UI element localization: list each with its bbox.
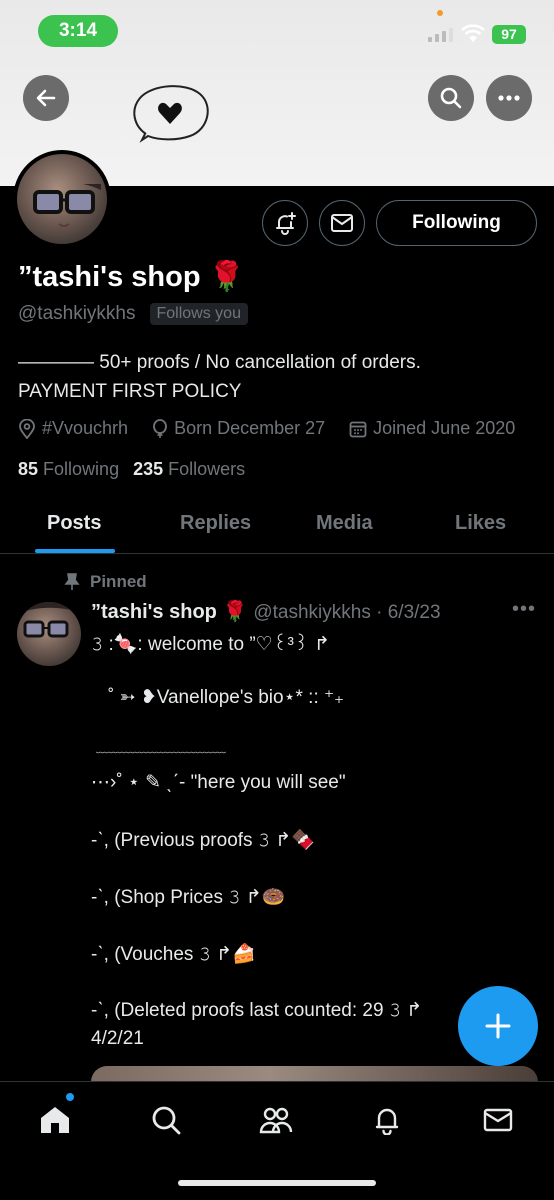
mail-icon xyxy=(331,214,353,232)
post-text-line: ﹏﹏﹏﹏﹏﹏﹏﹏﹏﹏ xyxy=(96,740,227,755)
tab-posts[interactable]: Posts xyxy=(47,512,101,535)
bell-plus-icon xyxy=(276,212,296,235)
communities-icon xyxy=(259,1107,293,1134)
avatar-image xyxy=(17,602,81,638)
nav-communities[interactable] xyxy=(258,1102,294,1138)
bio-line: PAYMENT FIRST POLICY xyxy=(18,381,242,402)
pinned-label-row: Pinned xyxy=(64,572,147,592)
bell-icon xyxy=(375,1108,399,1135)
followers-label: Followers xyxy=(168,459,246,479)
post-text-line: -ˋ, (Vouches 𝟹 ↱🍰 xyxy=(91,944,256,965)
compose-button[interactable] xyxy=(458,986,538,1066)
post-header: ”tashi's shop 🌹 @tashkiykkhs · 6/3/23 xyxy=(91,599,441,624)
post-more-button[interactable]: ••• xyxy=(512,598,536,621)
signal-icon xyxy=(428,28,453,42)
post-text-line: ˚ ➳ ❥Vanellope's bio⋆* :: ⁺₊ xyxy=(108,687,345,708)
plus-icon xyxy=(485,1013,511,1039)
handle-row: @tashkiykkhs Follows you xyxy=(18,303,248,325)
following-count: 85 xyxy=(18,459,39,479)
pin-icon xyxy=(64,573,80,590)
balloon-icon xyxy=(153,418,167,438)
post-text-line: 4/2/21 xyxy=(91,1028,144,1049)
profile-bio: ———— 50+ proofs / No cancellation of ord… xyxy=(18,348,538,406)
more-icon xyxy=(498,95,520,101)
nav-messages[interactable] xyxy=(480,1102,516,1138)
mail-icon xyxy=(483,1108,513,1132)
follow-counts: 85 Following 235 Followers xyxy=(18,459,245,480)
followers-count-link[interactable]: 235 Followers xyxy=(133,459,245,480)
following-label: Following xyxy=(43,459,120,479)
profile-tabs: Posts Replies Media Likes xyxy=(0,498,554,554)
follows-you-badge: Follows you xyxy=(149,303,248,325)
heart-doodle xyxy=(133,85,209,143)
post-author-avatar[interactable] xyxy=(17,602,81,666)
following-button[interactable]: Following xyxy=(376,200,537,246)
tab-media[interactable]: Media xyxy=(316,512,373,535)
location-icon xyxy=(19,418,35,439)
birthday-text: Born December 27 xyxy=(174,418,326,438)
post-text-line: -ˋ, (Previous proofs 𝟹 ↱🍫 xyxy=(91,830,315,851)
tab-likes[interactable]: Likes xyxy=(455,512,506,535)
nav-home[interactable] xyxy=(37,1102,73,1138)
location-text: #Vvouchrh xyxy=(42,418,129,438)
nav-notifications[interactable] xyxy=(369,1102,405,1138)
home-indicator-bar xyxy=(178,1180,376,1186)
active-tab-indicator xyxy=(35,549,115,553)
mic-indicator xyxy=(437,10,443,16)
post-handle-date: @tashkiykkhs · 6/3/23 xyxy=(253,602,441,623)
joined-text: Joined June 2020 xyxy=(373,418,516,438)
nav-search[interactable] xyxy=(148,1102,184,1138)
calendar-icon xyxy=(349,421,367,437)
status-time: 3:14 xyxy=(38,15,118,47)
more-button[interactable] xyxy=(486,75,532,121)
profile-meta: #Vvouchrh Born December 27 Joined June 2… xyxy=(18,418,515,439)
display-name: ”tashi's shop 🌹 xyxy=(18,261,245,293)
message-button[interactable] xyxy=(319,200,365,246)
notify-button[interactable] xyxy=(262,200,308,246)
post-text-line: -ˋ, (Deleted proofs last counted: 29 𝟹 ↱ xyxy=(91,1000,423,1021)
wifi-icon xyxy=(461,24,485,42)
pinned-label: Pinned xyxy=(90,572,147,591)
battery-indicator: 97 xyxy=(492,25,526,44)
home-icon xyxy=(41,1107,69,1133)
avatar-image xyxy=(31,184,101,227)
following-count-link[interactable]: 85 Following xyxy=(18,459,119,480)
home-notification-dot xyxy=(66,1093,74,1101)
post-text-line: ⋯›˚ ⋆ ✎ ˎˊ- "here you will see" xyxy=(91,772,346,793)
profile-avatar[interactable] xyxy=(13,150,111,248)
handle: @tashkiykkhs xyxy=(18,303,136,324)
back-button[interactable] xyxy=(23,75,69,121)
tab-replies[interactable]: Replies xyxy=(180,512,251,535)
back-arrow-icon xyxy=(36,89,56,107)
search-button[interactable] xyxy=(428,75,474,121)
post-author-name[interactable]: ”tashi's shop 🌹 xyxy=(91,599,247,624)
post-text-line: 𝟹 :🍬: welcome to ”♡꒰³꒱ ↱ xyxy=(91,634,330,655)
bio-line: ———— 50+ proofs / No cancellation of ord… xyxy=(18,352,421,373)
followers-count: 235 xyxy=(133,459,164,479)
search-icon xyxy=(152,1106,181,1135)
post-text-line: -ˋ, (Shop Prices 𝟹 ↱🍩 xyxy=(91,887,286,908)
search-icon xyxy=(440,87,462,109)
